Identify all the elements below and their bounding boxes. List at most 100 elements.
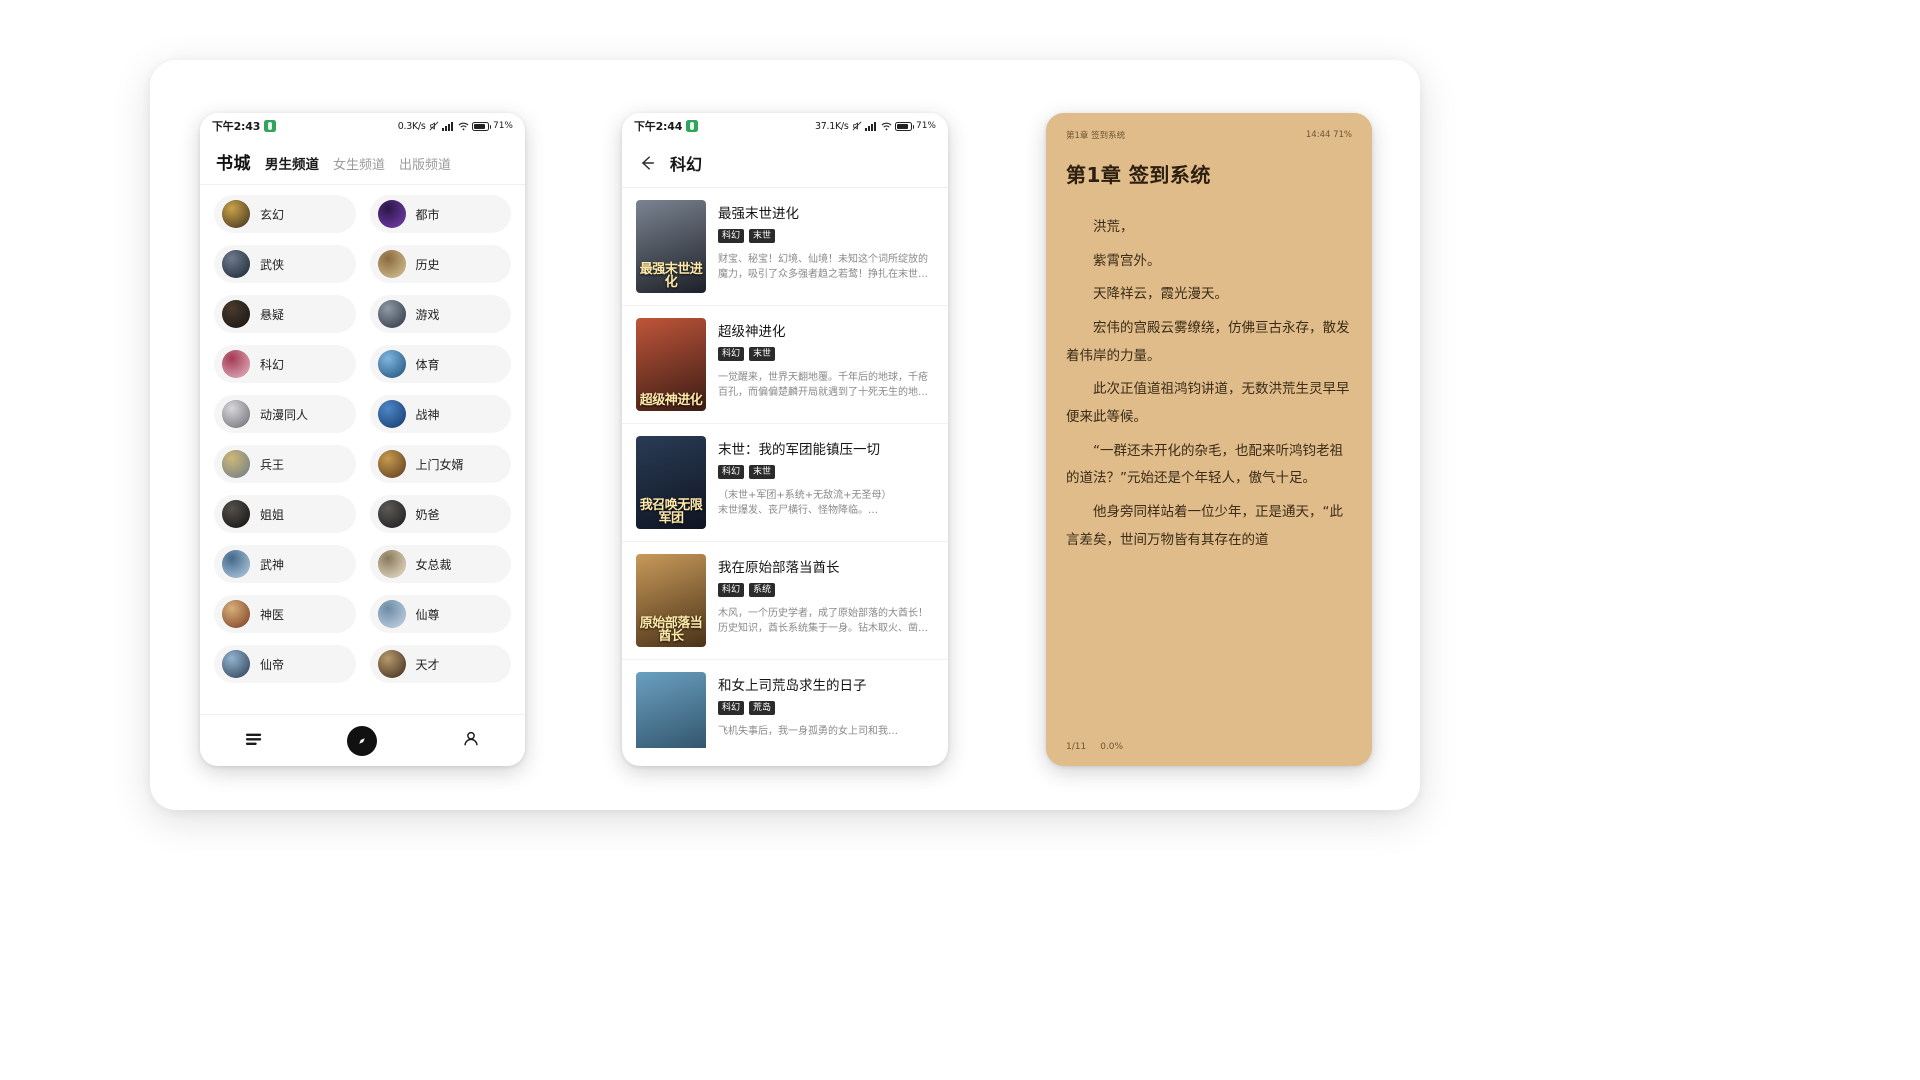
category-item[interactable]: 玄幻 bbox=[214, 195, 356, 233]
category-item[interactable]: 女总裁 bbox=[369, 545, 511, 583]
book-list-item[interactable]: 原始部落当酋长 我在原始部落当酋长 科幻 系统 木风，一个历史学者，成了原始部落的大酋长… bbox=[622, 542, 948, 660]
book-tag: 科幻 bbox=[718, 229, 745, 243]
category-label: 都市 bbox=[415, 207, 440, 222]
category-thumbnail bbox=[222, 650, 250, 678]
category-item[interactable]: 姐姐 bbox=[214, 495, 356, 533]
book-cover-title: 我召唤无限军团 bbox=[639, 497, 703, 526]
mute-icon bbox=[852, 121, 862, 131]
back-arrow-icon[interactable] bbox=[638, 154, 656, 172]
category-item[interactable]: 仙帝 bbox=[214, 645, 356, 683]
category-grid: 玄幻 都市 武侠 历史 悬疑 游戏 科幻 体育 动漫同人 战神 兵王 上门女婿 姐姐 奶爸 武神 女总裁 神医仙… bbox=[214, 195, 511, 683]
book-info: 和女上司荒岛求生的日子 科幻 荒岛 飞机失事后，我一身孤勇的女上司和我… bbox=[718, 672, 934, 748]
category-item[interactable]: 动漫同人 bbox=[214, 395, 356, 433]
category-item[interactable]: 历史 bbox=[369, 245, 511, 283]
book-title: 最强末世进化 bbox=[718, 206, 799, 222]
reader-paragraph: 洪荒， bbox=[1093, 219, 1134, 235]
book-title: 我在原始部落当酋长 bbox=[718, 560, 840, 576]
phone-category-list: 下午2:44 37.1K/s 71% 科幻 最强末世进化 最强末世进化 科幻 末… bbox=[622, 113, 948, 766]
category-item[interactable]: 仙尊 bbox=[369, 595, 511, 633]
category-label: 兵王 bbox=[260, 457, 285, 472]
category-thumbnail bbox=[222, 200, 250, 228]
book-tags: 科幻 末世 bbox=[718, 465, 934, 479]
book-list-item[interactable]: 最强末世进化 最强末世进化 科幻 末世 财宝、秘宝！幻境、仙境！未知这个词所绽放的魔力，… bbox=[622, 188, 948, 306]
category-item[interactable]: 战神 bbox=[369, 395, 511, 433]
book-cover: 原始部落当酋长 bbox=[636, 554, 706, 647]
book-cover-title: 原始部落当酋长 bbox=[639, 615, 703, 644]
network-speed: 37.1K/s bbox=[815, 120, 849, 132]
category-item[interactable]: 兵王 bbox=[214, 445, 356, 483]
compass-icon bbox=[347, 725, 378, 756]
tab-discover[interactable] bbox=[332, 721, 392, 761]
chapter-title: 第1章 签到系统 bbox=[1066, 163, 1211, 187]
book-tags: 科幻 末世 bbox=[718, 229, 934, 243]
category-item[interactable]: 武侠 bbox=[214, 245, 356, 283]
battery-icon bbox=[472, 121, 492, 131]
category-item[interactable]: 神医 bbox=[214, 595, 356, 633]
category-thumbnail bbox=[377, 600, 406, 628]
wifi-icon bbox=[881, 122, 892, 131]
tab-bookshelf[interactable] bbox=[224, 721, 284, 761]
category-item[interactable]: 游戏 bbox=[369, 295, 511, 333]
category-item[interactable]: 武神 bbox=[214, 545, 356, 583]
reader-chapter-label: 第1章 签到系统 bbox=[1066, 131, 1126, 141]
reader-clock-battery: 14:44 71% bbox=[1306, 130, 1352, 140]
reader-battery: 71% bbox=[1333, 130, 1352, 140]
status-bar-1: 下午2:43 0.3K/s 71% bbox=[200, 113, 525, 139]
reader-paragraph: 紫霄宫外。 bbox=[1093, 252, 1161, 269]
category-thumbnail bbox=[377, 650, 406, 678]
category-item[interactable]: 奶爸 bbox=[369, 495, 511, 533]
category-thumbnail bbox=[222, 600, 250, 628]
book-cover bbox=[636, 672, 706, 748]
category-thumbnail bbox=[222, 550, 250, 578]
category-scroll[interactable]: 玄幻 都市 武侠 历史 悬疑 游戏 科幻 体育 动漫同人 战神 兵王 上门女婿 姐姐 奶爸 武神 女总裁 神医仙… bbox=[200, 185, 525, 692]
category-thumbnail bbox=[377, 550, 406, 578]
category-thumbnail bbox=[377, 300, 406, 328]
wifi-icon bbox=[458, 122, 469, 131]
category-label: 武神 bbox=[260, 557, 285, 572]
category-label: 姐姐 bbox=[260, 507, 285, 522]
screenshot-root: 下午2:43 0.3K/s 71% 书城 男生频道 女生频道 出版频道 玄幻 都… bbox=[0, 0, 1920, 1080]
reader-page[interactable]: 第1章 签到系统 14:44 71% 第1章 签到系统 洪荒， 紫霄宫外。天降祥云… bbox=[1046, 113, 1372, 766]
category-item[interactable]: 天才 bbox=[369, 645, 511, 683]
category-thumbnail bbox=[377, 250, 406, 278]
network-speed: 0.3K/s bbox=[397, 120, 426, 132]
tab-publish-channel[interactable]: 出版频道 bbox=[399, 154, 451, 173]
page-indicator: 1/11 bbox=[1066, 742, 1087, 752]
tab-male-channel[interactable]: 男生频道 bbox=[265, 153, 319, 173]
book-info: 最强末世进化 科幻 末世 财宝、秘宝！幻境、仙境！未知这个词所绽放的魔力，吸引了众多强… bbox=[718, 200, 934, 293]
category-label: 体育 bbox=[415, 357, 440, 372]
battery-icon bbox=[895, 121, 915, 131]
category-item[interactable]: 悬疑 bbox=[214, 295, 356, 333]
category-thumbnail bbox=[222, 350, 250, 378]
book-title: 末世：我的军团能镇压一切 bbox=[718, 442, 880, 458]
tab-female-channel[interactable]: 女生频道 bbox=[333, 154, 385, 173]
reader-paragraph: 天降祥云，霞光漫天。 bbox=[1093, 286, 1228, 303]
book-tag: 科幻 bbox=[718, 465, 745, 479]
phone-bookstore: 下午2:43 0.3K/s 71% 书城 男生频道 女生频道 出版频道 玄幻 都… bbox=[200, 113, 525, 766]
category-item[interactable]: 体育 bbox=[369, 345, 511, 383]
reader-paragraph: “一群还未开化的杂毛，也配来听鸿钧老祖的道法？”元始还是个年轻人，傲气十足。 bbox=[1066, 442, 1343, 487]
category-label: 神医 bbox=[260, 607, 285, 622]
reader-paragraph: 他身旁同样站着一位少年，正是通天，“此言差矣，世间万物皆有其存在的道 bbox=[1066, 504, 1343, 548]
reader-footer: 1/11 0.0% bbox=[1066, 742, 1352, 752]
reader-paragraph: 宏伟的宫殿云雾缭绕，仿佛亘古永存，散发着伟岸的力量。 bbox=[1066, 320, 1350, 364]
category-label: 武侠 bbox=[260, 257, 285, 272]
progress-indicator: 0.0% bbox=[1100, 742, 1124, 752]
category-item[interactable]: 科幻 bbox=[214, 345, 356, 383]
book-description: 一觉醒来，世界天翻地覆。千年后的地球，千疮百孔，而偏偏楚麟开局就遇到了十死无生的… bbox=[718, 371, 928, 399]
tab-profile[interactable] bbox=[441, 721, 501, 761]
category-item[interactable]: 上门女婿 bbox=[369, 445, 511, 483]
book-list[interactable]: 最强末世进化 最强末世进化 科幻 末世 财宝、秘宝！幻境、仙境！未知这个词所绽放的魔力，… bbox=[622, 188, 948, 748]
app-icon bbox=[264, 120, 277, 132]
category-item[interactable]: 都市 bbox=[369, 195, 511, 233]
book-list-item[interactable]: 和女上司荒岛求生的日子 科幻 荒岛 飞机失事后，我一身孤勇的女上司和我… bbox=[622, 660, 948, 748]
book-list-item[interactable]: 我召唤无限军团 末世：我的军团能镇压一切 科幻 末世 （末世+军团+系统+无敌流+无圣母… bbox=[622, 424, 948, 542]
book-tags: 科幻 系统 bbox=[718, 583, 934, 597]
reader-body: 洪荒， 紫霄宫外。天降祥云，霞光漫天。宏伟的宫殿云雾缭绕，仿佛亘古永存，散发着伟岸… bbox=[1064, 188, 1354, 554]
book-info: 超级神进化 科幻 末世 一觉醒来，世界天翻地覆。千年后的地球，千疮百孔，而偏偏楚麟开局… bbox=[718, 318, 934, 411]
category-label: 战神 bbox=[415, 407, 440, 422]
reader-paragraph: 此次正值道祖鸿钧讲道，无数洪荒生灵早早便来此等候。 bbox=[1066, 381, 1350, 426]
reader-top-bar: 第1章 签到系统 14:44 71% bbox=[1064, 113, 1354, 141]
category-label: 女总裁 bbox=[415, 557, 452, 572]
book-list-item[interactable]: 超级神进化 超级神进化 科幻 末世 一觉醒来，世界天翻地覆。千年后的地球，千疮百孔，而偏… bbox=[622, 306, 948, 424]
